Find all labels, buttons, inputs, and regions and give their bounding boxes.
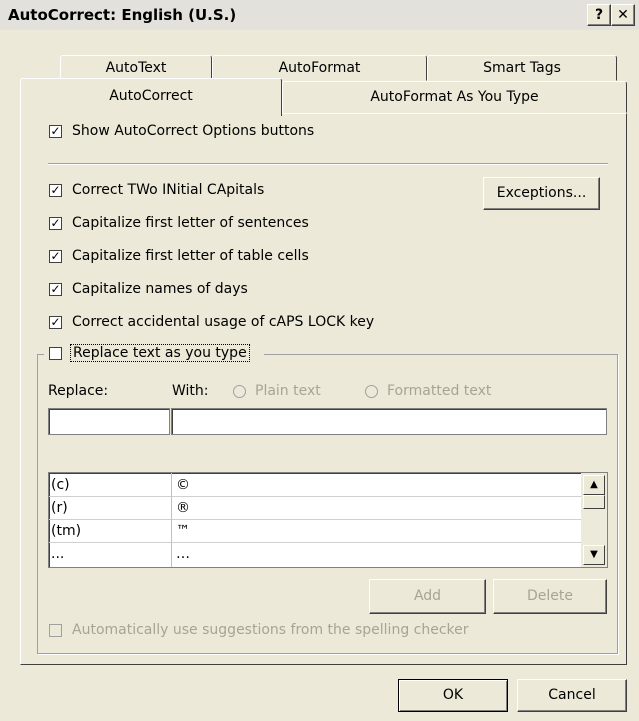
auto-suggestions-checkbox[interactable]: [49, 624, 62, 637]
entry-with: ™: [176, 523, 190, 539]
exceptions-button[interactable]: Exceptions...: [483, 177, 600, 210]
entries-list[interactable]: (c) © (r) ® (tm) ™ ... … ▲ ▼: [48, 472, 608, 568]
formatted-text-radio[interactable]: [365, 385, 378, 398]
list-item[interactable]: (r) ®: [49, 497, 581, 520]
capitalize-days-label: Capitalize names of days: [72, 281, 248, 297]
help-button[interactable]: ?: [587, 4, 611, 26]
delete-button[interactable]: Delete: [493, 579, 607, 614]
replace-input[interactable]: [48, 408, 170, 435]
scroll-thumb[interactable]: [583, 495, 605, 509]
entry-replace: (tm): [51, 523, 82, 539]
entry-with: ®: [176, 500, 190, 516]
arrow-up-icon: ▲: [590, 479, 598, 490]
window-title: AutoCorrect: English (U.S.): [8, 6, 237, 24]
correct-two-initial-checkbox[interactable]: ✓: [49, 184, 62, 197]
scroll-down-button[interactable]: ▼: [583, 545, 605, 565]
plain-text-label: Plain text: [255, 383, 321, 399]
cancel-button[interactable]: Cancel: [517, 679, 627, 712]
with-label: With:: [172, 383, 209, 399]
list-item[interactable]: ... …: [49, 543, 581, 565]
check-icon: ✓: [50, 216, 61, 230]
scroll-up-button[interactable]: ▲: [583, 475, 605, 495]
tab-label: AutoCorrect: [109, 88, 193, 104]
capitalize-days-checkbox[interactable]: ✓: [49, 283, 62, 296]
check-icon: ✓: [50, 124, 61, 138]
entry-with: ©: [176, 477, 190, 493]
replace-label: Replace:: [48, 383, 109, 399]
tab-autoformat-as-you-type[interactable]: AutoFormat As You Type: [282, 81, 627, 113]
replace-text-label: Replace text as you type: [70, 344, 250, 362]
arrow-down-icon: ▼: [590, 549, 598, 560]
tab-label: AutoFormat As You Type: [370, 89, 539, 105]
close-button[interactable]: ✕: [611, 4, 635, 26]
entry-with: …: [176, 546, 190, 562]
check-icon: ✓: [50, 282, 61, 296]
check-icon: ✓: [50, 183, 61, 197]
close-icon: ✕: [617, 7, 629, 23]
entry-replace: ...: [51, 546, 65, 562]
separator: [48, 163, 608, 165]
entry-replace: (c): [51, 477, 70, 493]
check-icon: ✓: [50, 315, 61, 329]
ok-button[interactable]: OK: [398, 679, 508, 712]
tab-label: AutoText: [105, 60, 167, 76]
list-item[interactable]: (tm) ™: [49, 520, 581, 543]
entry-replace: (r): [51, 500, 68, 516]
with-input[interactable]: [171, 408, 607, 435]
tab-label: Smart Tags: [483, 60, 561, 76]
capitalize-table-cells-label: Capitalize first letter of table cells: [72, 248, 309, 264]
add-button[interactable]: Add: [369, 579, 486, 614]
help-icon: ?: [594, 7, 604, 23]
check-icon: ✓: [50, 249, 61, 263]
tab-smart-tags[interactable]: Smart Tags: [427, 55, 617, 81]
plain-text-radio[interactable]: [233, 385, 246, 398]
correct-two-initial-label: Correct TWo INitial CApitals: [72, 182, 265, 198]
replace-text-checkbox[interactable]: [49, 347, 62, 360]
formatted-text-label: Formatted text: [387, 383, 492, 399]
correct-caps-lock-label: Correct accidental usage of cAPS LOCK ke…: [72, 314, 375, 330]
capitalize-table-cells-checkbox[interactable]: ✓: [49, 250, 62, 263]
tab-label: AutoFormat: [278, 60, 361, 76]
correct-caps-lock-checkbox[interactable]: ✓: [49, 316, 62, 329]
show-buttons-checkbox[interactable]: ✓: [49, 125, 62, 138]
tab-autocorrect[interactable]: AutoCorrect: [20, 78, 282, 116]
list-item[interactable]: (c) ©: [49, 474, 581, 497]
auto-suggestions-label: Automatically use suggestions from the s…: [72, 622, 469, 638]
list-scrollbar[interactable]: ▲ ▼: [581, 473, 607, 567]
column-divider: [171, 473, 172, 567]
capitalize-sentences-label: Capitalize first letter of sentences: [72, 215, 309, 231]
show-buttons-label: Show AutoCorrect Options buttons: [72, 123, 315, 139]
capitalize-sentences-checkbox[interactable]: ✓: [49, 217, 62, 230]
